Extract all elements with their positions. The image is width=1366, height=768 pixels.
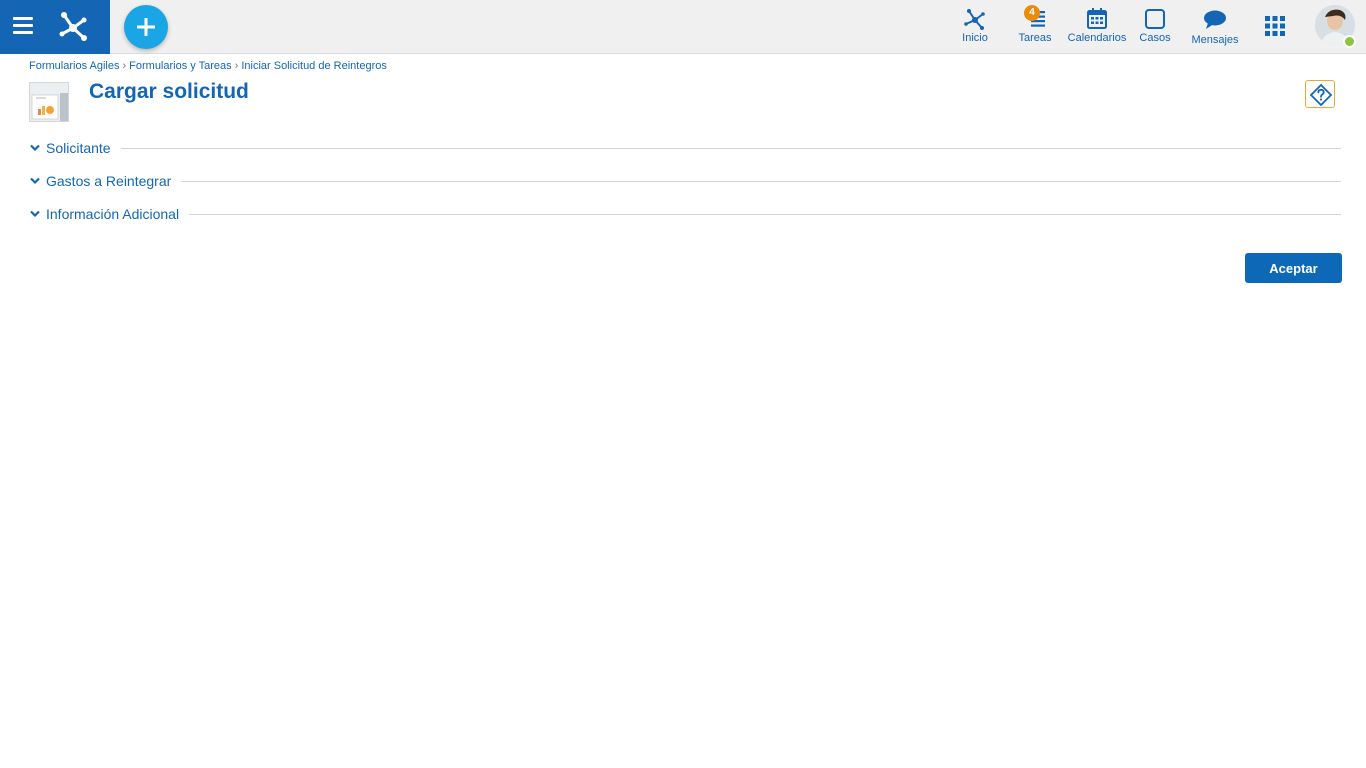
breadcrumb-item-formularios-y-tareas[interactable]: Formularios y Tareas: [129, 60, 232, 72]
case-square-icon: [1145, 9, 1165, 29]
top-bar: Inicio 4 Tareas Calendarios Casos Mensaj…: [0, 0, 1366, 54]
breadcrumb: Formularios Agiles › Formularios y Tareas ›…: [29, 60, 387, 72]
page-title: Cargar solicitud: [89, 80, 249, 103]
breadcrumb-item-formularios-agiles[interactable]: Formularios Agiles: [29, 60, 119, 72]
breadcrumb-separator: ›: [234, 60, 239, 72]
nav-inicio-label: Inicio: [962, 32, 988, 44]
form-thumbnail: [29, 82, 69, 122]
nav-calendarios-label: Calendarios: [1067, 32, 1127, 44]
nav-inicio[interactable]: Inicio: [953, 6, 997, 48]
nav-casos[interactable]: Casos: [1136, 6, 1174, 48]
nav-casos-label: Casos: [1139, 32, 1171, 44]
chevron-down-icon: [30, 144, 40, 152]
nav-tareas-label: Tareas: [1018, 32, 1052, 44]
nav-tareas[interactable]: 4 Tareas: [1013, 5, 1057, 48]
home-network-icon: [964, 9, 985, 30]
section-divider: [120, 147, 1341, 149]
section-solicitante[interactable]: Solicitante: [29, 138, 1341, 158]
help-button[interactable]: [1305, 80, 1335, 108]
breadcrumb-item-iniciar-solicitud[interactable]: Iniciar Solicitud de Reintegros: [241, 60, 387, 72]
plus-icon: [137, 18, 155, 36]
nav-mensajes-label: Mensajes: [1191, 34, 1239, 46]
section-divider: [189, 213, 1341, 215]
form-thumbnail-image-icon: [30, 83, 68, 121]
breadcrumb-separator: ›: [122, 60, 127, 72]
brand-area: [0, 0, 110, 54]
section-title: Gastos a Reintegrar: [46, 173, 172, 189]
chevron-down-icon: [30, 210, 40, 218]
section-title: Solicitante: [46, 140, 111, 156]
section-title: Información Adicional: [46, 206, 180, 222]
nav-calendarios[interactable]: Calendarios: [1066, 6, 1128, 48]
brand-logo-icon[interactable]: [54, 6, 92, 44]
chat-bubble-icon: [1204, 10, 1226, 29]
section-gastos-a-reintegrar[interactable]: Gastos a Reintegrar: [29, 171, 1341, 191]
apps-grid-icon[interactable]: [1265, 16, 1285, 36]
chevron-down-icon: [30, 177, 40, 185]
help-diamond-icon: [1310, 84, 1332, 106]
calendar-icon: [1087, 8, 1107, 29]
tasks-icon-wrap: 4: [1022, 5, 1048, 32]
tasks-badge: 4: [1024, 5, 1040, 21]
new-button[interactable]: [124, 5, 168, 49]
section-divider: [181, 180, 1341, 182]
hamburger-menu-icon[interactable]: [13, 17, 35, 35]
online-status-indicator: [1343, 35, 1356, 48]
nav-mensajes[interactable]: Mensajes: [1189, 6, 1241, 48]
section-informacion-adicional[interactable]: Información Adicional: [29, 204, 1341, 224]
accept-button[interactable]: Aceptar: [1245, 253, 1342, 283]
